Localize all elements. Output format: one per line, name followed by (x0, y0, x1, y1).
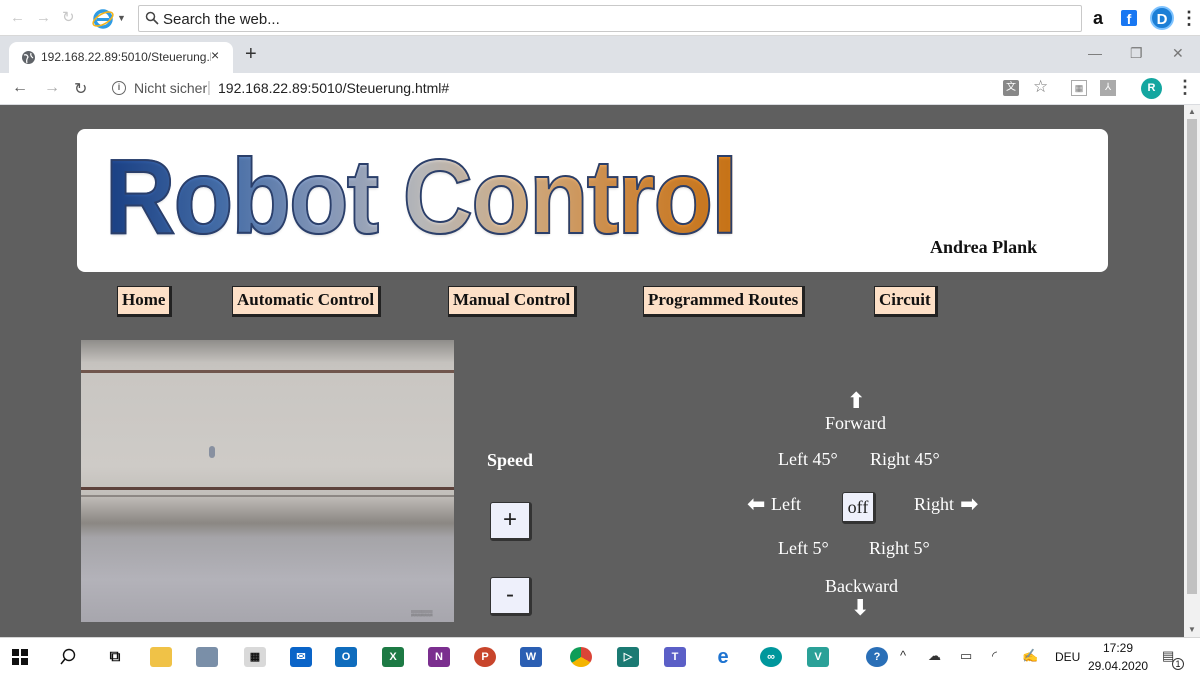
chrome-menu-icon[interactable]: ⋮ (1176, 77, 1194, 98)
vs-code-icon[interactable]: V (807, 647, 829, 667)
close-icon[interactable]: × (211, 47, 219, 63)
left-arrow-icon[interactable]: ⬅ (747, 494, 765, 516)
web-search-box[interactable]: Search the web... (138, 5, 1082, 32)
help-icon[interactable]: ? (866, 647, 888, 667)
battery-icon[interactable]: ▭ (960, 648, 972, 664)
excel-icon[interactable]: X (382, 647, 404, 667)
bookmark-star-icon[interactable]: ☆ (1033, 77, 1048, 97)
right-45-button[interactable]: Right 45° (870, 449, 940, 470)
edge-icon[interactable]: e (712, 647, 734, 667)
windows-start-icon[interactable] (12, 649, 28, 665)
header-card: Robot Control Andrea Plank (77, 129, 1108, 272)
speed-increase-button[interactable]: + (490, 502, 532, 541)
teams-icon[interactable]: T (664, 647, 686, 667)
robot-control-logo: Robot Control (104, 137, 739, 257)
onedrive-icon[interactable]: ☁ (928, 648, 941, 664)
back-icon[interactable]: ← (12, 79, 28, 97)
author-name: Andrea Plank (930, 237, 1038, 257)
chrome-icon[interactable] (570, 647, 592, 667)
d-extension-icon[interactable]: D (1150, 6, 1174, 30)
window-close-icon[interactable]: ✕ (1172, 45, 1184, 62)
extension-icon[interactable]: ▦ (1071, 80, 1087, 96)
scroll-down-icon[interactable]: ▼ (1188, 625, 1196, 634)
speed-label: Speed (487, 450, 534, 470)
nav-programmed-routes-button[interactable]: Programmed Routes (643, 286, 806, 317)
stop-off-button[interactable]: off (842, 492, 876, 524)
info-icon[interactable]: i (112, 81, 126, 95)
pen-icon[interactable]: ✍ (1022, 648, 1038, 664)
speed-decrease-button[interactable]: - (490, 577, 532, 616)
amazon-icon[interactable]: a (1093, 8, 1103, 29)
nav-manual-control-button[interactable]: Manual Control (448, 286, 578, 317)
internet-explorer-icon[interactable] (92, 8, 114, 30)
ie-toolbar: ← → ↻ ▼ Search the web... a f D ⋮ (0, 0, 1200, 36)
wifi-icon[interactable]: ◜ (992, 648, 997, 664)
backward-arrow-icon[interactable]: ⬇ (851, 598, 869, 620)
store-icon[interactable]: ▦ (244, 647, 266, 667)
tray-chevron-icon[interactable]: ^ (900, 648, 906, 663)
reload-icon[interactable]: ↻ (74, 79, 87, 99)
globe-icon (22, 51, 35, 64)
facebook-icon[interactable]: f (1121, 10, 1137, 27)
pdf-icon[interactable]: ⅄ (1100, 80, 1116, 96)
document-app-icon[interactable] (196, 647, 218, 667)
right-button[interactable]: Right (914, 494, 954, 515)
address-bar: ← → ↻ i Nicht sicher | 192.168.22.89:501… (0, 73, 1200, 105)
scroll-thumb[interactable] (1187, 119, 1197, 594)
tab-steuerung[interactable]: 192.168.22.89:5010/Steuerung.html# × (9, 42, 233, 73)
clock-date[interactable]: 29.04.2020 (1088, 659, 1148, 673)
right-arrow-icon[interactable]: ➡ (960, 494, 978, 516)
onenote-icon[interactable]: N (428, 647, 450, 667)
clock-time[interactable]: 17:29 (1103, 641, 1133, 655)
minimize-icon[interactable]: — (1088, 45, 1102, 61)
arduino-icon[interactable]: ∞ (760, 647, 782, 667)
backward-button[interactable]: Backward (825, 576, 898, 597)
media-player-icon[interactable]: ▷ (617, 647, 639, 667)
camera-timestamp: ▒▒▒▒▒▒ (411, 610, 433, 617)
nav-home-button[interactable]: Home (117, 286, 173, 317)
right-5-button[interactable]: Right 5° (869, 538, 930, 559)
forward-icon[interactable]: → (44, 79, 60, 97)
address-separator: | (207, 79, 211, 96)
windows-taskbar: ⧉ ▦ ✉ O X N P W ▷ T e ∞ V ? ^ ☁ ▭ ◜ ✍ DE… (0, 637, 1200, 675)
camera-feed: ▒▒▒▒▒▒ (81, 340, 454, 622)
vertical-scrollbar[interactable]: ▲ ▼ (1184, 105, 1200, 637)
outlook-icon[interactable]: O (335, 647, 357, 667)
mail-icon[interactable]: ✉ (290, 647, 312, 667)
search-icon[interactable] (60, 648, 77, 665)
refresh-icon[interactable]: ↻ (62, 9, 75, 27)
more-options-icon[interactable]: ⋮ (1180, 8, 1198, 29)
left-5-button[interactable]: Left 5° (778, 538, 829, 559)
url-field[interactable]: 192.168.22.89:5010/Steuerung.html# (218, 80, 449, 96)
left-button[interactable]: Left (771, 494, 801, 515)
forward-arrow-icon[interactable]: ⬆ (847, 391, 865, 413)
language-indicator[interactable]: DEU (1055, 650, 1080, 664)
back-arrow-icon[interactable]: ← (10, 9, 25, 27)
scroll-up-icon[interactable]: ▲ (1188, 107, 1196, 116)
forward-arrow-icon[interactable]: → (36, 9, 51, 27)
powerpoint-icon[interactable]: P (474, 647, 496, 667)
file-explorer-icon[interactable] (150, 647, 172, 667)
restore-icon[interactable]: ❐ (1130, 45, 1143, 62)
tab-title: 192.168.22.89:5010/Steuerung.html# (41, 50, 211, 64)
forward-button[interactable]: Forward (825, 413, 886, 434)
nav-circuit-button[interactable]: Circuit (874, 286, 938, 317)
translate-icon[interactable]: 文 (1003, 80, 1019, 96)
search-placeholder: Search the web... (163, 11, 280, 28)
task-view-icon[interactable]: ⧉ (104, 647, 126, 667)
left-45-button[interactable]: Left 45° (778, 449, 838, 470)
security-label[interactable]: Nicht sicher (134, 80, 207, 96)
tab-strip: 192.168.22.89:5010/Steuerung.html# × + —… (0, 36, 1200, 73)
nav-automatic-control-button[interactable]: Automatic Control (232, 286, 382, 317)
word-icon[interactable]: W (520, 647, 542, 667)
search-icon (145, 11, 159, 25)
notification-count-badge: 1 (1172, 658, 1184, 670)
new-tab-button[interactable]: + (245, 42, 257, 66)
chevron-down-icon[interactable]: ▼ (117, 13, 126, 23)
profile-avatar[interactable]: R (1141, 78, 1162, 99)
